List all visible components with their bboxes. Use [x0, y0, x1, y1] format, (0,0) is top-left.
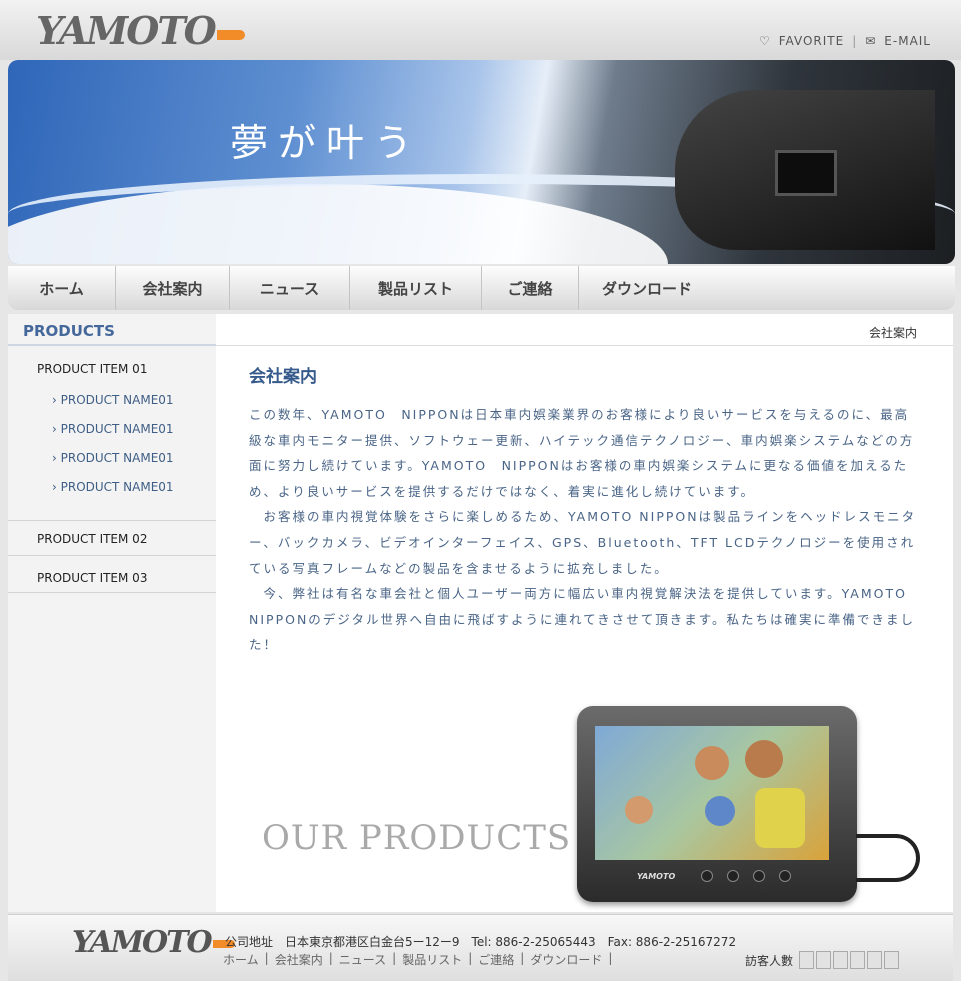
- monitor-button: [753, 870, 765, 882]
- nav-company[interactable]: 会社案内: [116, 266, 230, 310]
- paragraph-2: お客様の車内視覚体験をさらに楽しめるため、YAMOTO NIPPONは製品ライン…: [249, 509, 917, 576]
- paragraph-1: この数年、YAMOTO NIPPONは日本車内娯楽業界のお客様により良いサービス…: [249, 407, 915, 499]
- footer-link-company[interactable]: 会社案内: [275, 951, 323, 968]
- sidebar-subitem[interactable]: › PRODUCT NAME01: [8, 415, 216, 444]
- sidebar-group-item-01[interactable]: PRODUCT ITEM 01: [8, 346, 216, 386]
- paragraph-3: 今、弊社は有名な車会社と個人ユーザー両方に幅広い車内視覚解決法を提供しています。…: [249, 586, 916, 653]
- sidebar-group-item-03[interactable]: PRODUCT ITEM 03: [8, 556, 216, 590]
- monitor-screen: [595, 726, 829, 860]
- footer-link-home[interactable]: ホーム: [223, 951, 259, 968]
- top-bar: YAMOTO ♡ FAVORITE | ✉ E-MAIL: [0, 0, 961, 60]
- logo-text: YAMOTO: [36, 8, 217, 53]
- family-figure: [745, 740, 783, 778]
- email-link[interactable]: E-MAIL: [884, 34, 931, 48]
- company-address: 公司地址 日本東京都港区白金台5ー12ー9 Tel: 886-2-2506544…: [225, 935, 737, 949]
- monitor-cable: [856, 834, 920, 882]
- footer-link-contact[interactable]: ご連絡: [478, 951, 514, 968]
- nav-products[interactable]: 製品リスト: [350, 266, 482, 310]
- counter-digit: [799, 951, 815, 969]
- footer-link-products[interactable]: 製品リスト: [402, 951, 462, 968]
- monitor-brand-label: YAMOTO: [637, 872, 676, 881]
- sidebar-divider: [8, 592, 216, 593]
- family-figure: [755, 788, 805, 848]
- counter-digit: [884, 951, 900, 969]
- company-description: この数年、YAMOTO NIPPONは日本車内娯楽業界のお客様により良いサービス…: [249, 402, 921, 658]
- footer-link-separator: |: [468, 951, 473, 965]
- visitor-digits: [799, 951, 900, 969]
- monitor-button: [779, 870, 791, 882]
- footer-link-download[interactable]: ダウンロード: [530, 951, 602, 968]
- breadcrumb: 会社案内: [868, 326, 917, 340]
- counter-digit: [816, 951, 832, 969]
- page-title: 会社案内: [249, 367, 317, 387]
- nav-download[interactable]: ダウンロード: [579, 266, 715, 310]
- favorite-link[interactable]: FAVORITE: [779, 34, 844, 48]
- monitor-button: [701, 870, 713, 882]
- sidebar-subitem[interactable]: › PRODUCT NAME01: [8, 473, 216, 502]
- footer-link-separator: |: [608, 951, 613, 965]
- footer-logo-text: YAMOTO: [72, 925, 213, 960]
- sidebar: PRODUCTS PRODUCT ITEM 01 › PRODUCT NAME0…: [8, 314, 216, 912]
- sidebar-subitem[interactable]: › PRODUCT NAME01: [8, 386, 216, 415]
- hero-slogan: 夢が叶う: [230, 121, 423, 165]
- our-products-banner: OUR PRODUCTS: [262, 818, 572, 858]
- top-links: ♡ FAVORITE | ✉ E-MAIL: [759, 34, 931, 48]
- breadcrumb-divider: [216, 345, 953, 346]
- visitor-label: 訪客人數: [745, 953, 794, 968]
- footer-link-separator: |: [264, 951, 269, 965]
- counter-digit: [833, 951, 849, 969]
- sidebar-group-item-02[interactable]: PRODUCT ITEM 02: [8, 521, 216, 555]
- family-figure: [625, 796, 653, 824]
- sidebar-subitem[interactable]: › PRODUCT NAME01: [8, 444, 216, 473]
- footer-link-separator: |: [328, 951, 333, 965]
- footer-links: ホーム | 会社案内 | ニュース | 製品リスト | ご連絡 | ダウンロード…: [223, 951, 612, 968]
- main-content: 会社案内 会社案内 この数年、YAMOTO NIPPONは日本車内娯楽業界のお客…: [216, 314, 953, 912]
- dashboard-screen: [775, 150, 837, 196]
- monitor-product-image: YAMOTO: [577, 706, 857, 902]
- footer-logo[interactable]: YAMOTO: [72, 925, 235, 960]
- site-logo[interactable]: YAMOTO: [36, 8, 245, 56]
- sidebar-title: PRODUCTS: [8, 314, 216, 346]
- nav-contact[interactable]: ご連絡: [482, 266, 579, 310]
- footer-link-news[interactable]: ニュース: [339, 951, 386, 968]
- top-links-separator: |: [852, 34, 858, 48]
- visitor-counter: 訪客人數: [745, 951, 900, 969]
- family-figure: [705, 796, 735, 826]
- footer: YAMOTO 公司地址 日本東京都港区白金台5ー12ー9 Tel: 886-2-…: [8, 914, 953, 981]
- heart-icon: ♡: [758, 34, 771, 48]
- counter-digit: [867, 951, 883, 969]
- footer-link-separator: |: [520, 951, 525, 965]
- main-nav: ホーム 会社案内 ニュース 製品リスト ご連絡 ダウンロード: [8, 266, 955, 310]
- hero-banner: 夢が叶う: [8, 60, 955, 264]
- counter-digit: [850, 951, 866, 969]
- nav-home[interactable]: ホーム: [8, 266, 116, 310]
- monitor-button: [727, 870, 739, 882]
- family-figure: [695, 746, 729, 780]
- footer-link-separator: |: [392, 951, 397, 965]
- nav-news[interactable]: ニュース: [230, 266, 350, 310]
- mail-icon: ✉: [865, 34, 877, 48]
- logo-swoosh: [216, 29, 245, 40]
